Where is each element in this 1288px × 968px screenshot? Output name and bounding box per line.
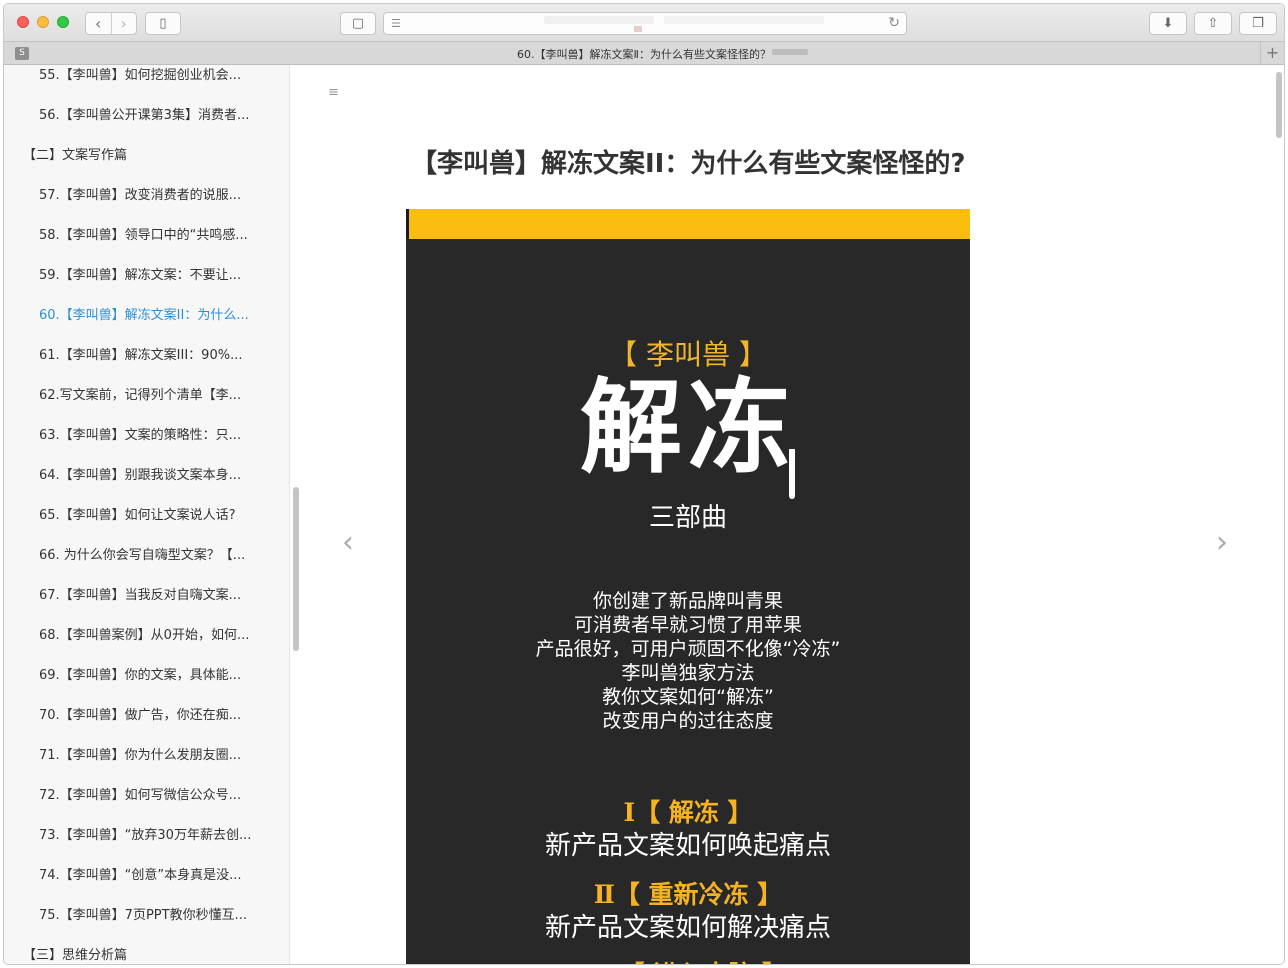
sidebar-item[interactable]: 56.【李叫兽公开课第3集】消费者... [39, 107, 279, 125]
sidebar-item[interactable]: 71.【李叫兽】你为什么发朋友圈... [39, 747, 279, 765]
poster-body-line: 改变用户的过往态度 [602, 710, 774, 732]
sidebar-toggle-button[interactable]: ▯ [145, 12, 181, 35]
sidebar-item[interactable]: 67.【李叫兽】当我反对自嗨文案... [39, 587, 279, 605]
tabs-icon: ❐ [1252, 16, 1264, 31]
history-nav: ‹ › [85, 12, 137, 35]
sidebar-scrollbar[interactable] [293, 487, 299, 651]
tab-title-blur [772, 49, 808, 55]
sidebar-item[interactable]: 74.【李叫兽】“创意”本身真是没... [39, 867, 279, 885]
sidebar-item[interactable]: 65.【李叫兽】如何让文案说人话? [39, 507, 279, 525]
poster-accent-bar [406, 209, 970, 239]
sidebar-icon: ▯ [159, 16, 167, 31]
address-bar[interactable]: ☰ ↻ [383, 12, 907, 35]
reload-icon[interactable]: ↻ [888, 15, 900, 31]
poster-section-title: Ⅱ【 重新冷冻 】 [593, 880, 783, 909]
sidebar-item[interactable]: 61.【李叫兽】解冻文案III：90%... [39, 347, 279, 365]
url-blur [544, 16, 654, 24]
article-title: 【李叫兽】解冻文案II：为什么有些文案怪怪的? [411, 149, 966, 179]
sidebar-item[interactable]: 60.【李叫兽】解冻文案II：为什么... [39, 307, 279, 325]
prev-page-arrow[interactable]: ‹ [342, 525, 354, 560]
sidebar-item[interactable]: 72.【李叫兽】如何写微信公众号... [39, 787, 279, 805]
downloads-button[interactable]: ⬇ [1149, 12, 1187, 35]
sidebar-item[interactable]: 55.【李叫兽】如何挖掘创业机会... [39, 67, 279, 85]
poster-body-line: 教你文案如何“解冻” [602, 686, 774, 708]
article-content: ≡ 【李叫兽】解冻文案II：为什么有些文案怪怪的? ‹ › 【 李叫兽 】 解冻… [304, 65, 1270, 964]
sidebar-item[interactable]: 63.【李叫兽】文案的策略性：只... [39, 427, 279, 445]
sidebar-item[interactable]: 69.【李叫兽】你的文案，具体能... [39, 667, 279, 685]
forward-button[interactable]: › [110, 13, 137, 34]
browser-toolbar: ‹ › ▯ ▢ ☰ ↻ ⬇ ⇧ ❐ [4, 4, 1284, 42]
poster-section-desc: 新产品文案如何唤起痛点 [544, 831, 831, 861]
sidebar-item[interactable]: 58.【李叫兽】领导口中的“共鸣感... [39, 227, 279, 245]
poster-body-line: 产品很好，可用户顽固不化像“冷冻” [535, 638, 841, 660]
poster-drip [789, 449, 795, 499]
sidebar-section-heading[interactable]: 【二】文案写作篇 [23, 147, 263, 165]
poster-subtitle: 三部曲 [648, 503, 727, 533]
sidebar-item[interactable]: 73.【李叫兽】“放弃30万年薪去创... [39, 827, 279, 845]
sidebar-item[interactable]: 59.【李叫兽】解冻文案：不要让... [39, 267, 279, 285]
poster-body: 你创建了新品牌叫青果 可消费者早就习惯了用苹果 产品很好，可用户顽固不化像“冷冻… [406, 589, 970, 733]
browser-window: ‹ › ▯ ▢ ☰ ↻ ⬇ ⇧ ❐ S 60.【李叫兽】解冻文案Ⅱ：为什么有些文… [3, 3, 1285, 965]
minimize-window-button[interactable] [37, 16, 49, 28]
sidebar-item[interactable]: 62.写文案前，记得列个清单【李... [39, 387, 279, 405]
poster-body-line: 可消费者早就习惯了用苹果 [573, 614, 802, 636]
poster-section-desc: 新产品文案如何解决痛点 [544, 913, 831, 943]
new-tab-page-button[interactable]: ▢ [340, 12, 376, 35]
maximize-window-button[interactable] [57, 16, 69, 28]
sidebar-item[interactable]: 70.【李叫兽】做广告，你还在痴... [39, 707, 279, 725]
content-scrollbar[interactable] [1276, 72, 1282, 138]
url-blur [634, 26, 642, 32]
add-tab-button[interactable]: + [1260, 42, 1284, 64]
poster-section-title: Ⅰ【 解冻 】 [623, 798, 753, 827]
poster-body-line: 你创建了新品牌叫青果 [592, 590, 783, 612]
menu-icon[interactable]: ≡ [328, 86, 339, 99]
sidebar-item[interactable]: 64.【李叫兽】别跟我谈文案本身... [39, 467, 279, 485]
poster-body-line: 李叫兽独家方法 [621, 662, 755, 684]
next-page-arrow[interactable]: › [1216, 525, 1228, 560]
poster-main-title: 解冻 [580, 369, 796, 488]
sidebar-item[interactable]: 57.【李叫兽】改变消费者的说服... [39, 187, 279, 205]
tab-bar: S 60.【李叫兽】解冻文案Ⅱ：为什么有些文案怪怪的？ + [4, 42, 1284, 65]
back-button[interactable]: ‹ [86, 13, 111, 34]
sidebar-section-heading[interactable]: 【三】思维分析篇 [23, 947, 263, 964]
url-blur [664, 16, 824, 24]
poster-brand: 【 李叫兽 】 [609, 338, 767, 371]
poster-image: 【 李叫兽 】 解冻 三部曲 你创建了新品牌叫青果 可消费者早就习惯了用苹果 产… [406, 209, 970, 964]
reader-icon[interactable]: ☰ [391, 17, 401, 31]
share-icon: ⇧ [1207, 16, 1219, 31]
download-icon: ⬇ [1162, 16, 1174, 31]
tabs-overview-button[interactable]: ❐ [1239, 12, 1277, 35]
sidebar-item[interactable]: 66. 为什么你会写自嗨型文案？【... [39, 547, 279, 565]
sidebar-item[interactable]: 68.【李叫兽案例】从0开始，如何... [39, 627, 279, 645]
poster-section-title: Ⅲ【 进入大脑 】 [406, 955, 970, 964]
page-icon: ▢ [351, 16, 365, 31]
sidebar-item[interactable]: 75.【李叫兽】7页PPT教你秒懂互... [39, 907, 279, 925]
toc-sidebar: 55.【李叫兽】如何挖掘创业机会... 56.【李叫兽公开课第3集】消费者... 【… [4, 65, 290, 964]
tab-title[interactable]: 60.【李叫兽】解冻文案Ⅱ：为什么有些文案怪怪的？ [4, 46, 1284, 62]
close-window-button[interactable] [17, 16, 29, 28]
share-button[interactable]: ⇧ [1194, 12, 1232, 35]
